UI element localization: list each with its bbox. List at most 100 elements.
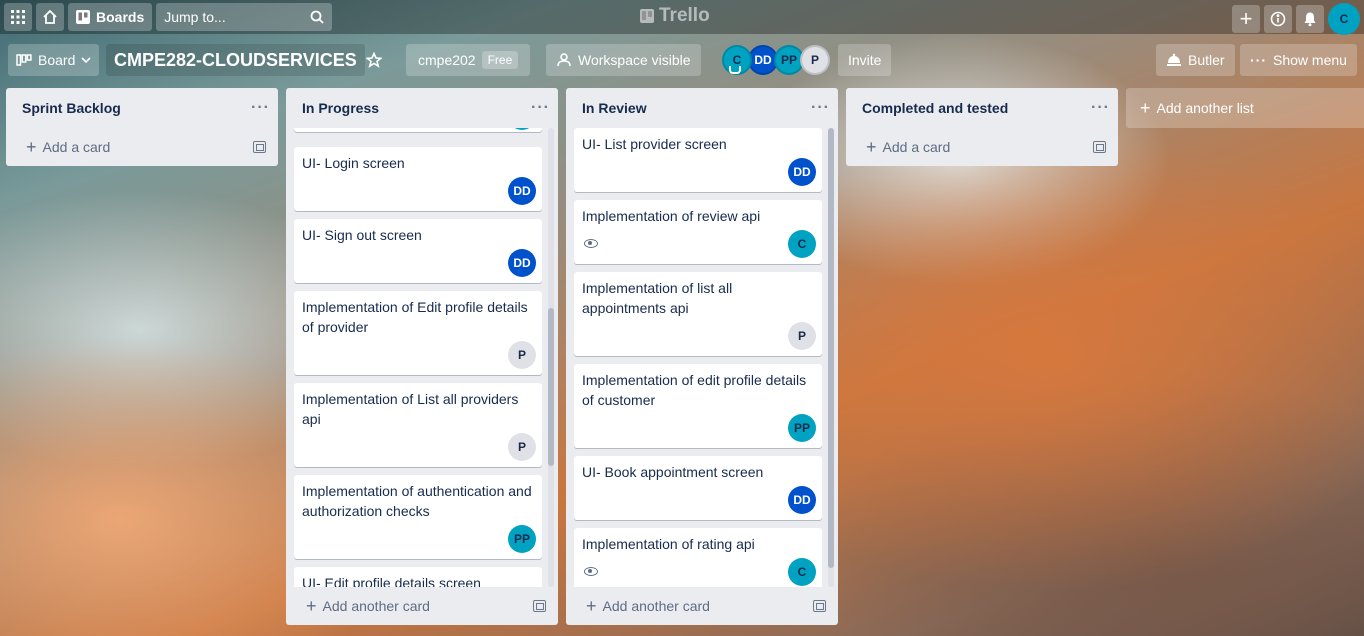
more-icon: ··· — [1250, 52, 1267, 68]
member-avatar: DD — [508, 249, 536, 277]
card[interactable]: Implementation of edit profile details o… — [574, 364, 822, 448]
card[interactable]: UI- Book appointment screen DD — [574, 456, 822, 520]
member-avatar-c[interactable]: C — [722, 45, 752, 75]
home-button[interactable] — [36, 3, 64, 31]
card-template-icon[interactable] — [1093, 141, 1106, 153]
member-avatar — [508, 128, 536, 130]
card[interactable]: Implementation of list all appointments … — [574, 272, 822, 356]
add-list-button[interactable]: + Add another list — [1126, 88, 1364, 128]
list-title: In Review — [582, 100, 647, 116]
list-completed-and-tested: Completed and tested ··· + Add a card — [846, 88, 1118, 166]
card-title: Implementation of List all providers api — [302, 391, 519, 427]
board-header: Board CMPE282-CLOUDSERVICES cmpe202 Free… — [0, 40, 1364, 80]
cards-container[interactable]: UI- List provider screen DD Implementati… — [566, 128, 838, 587]
card-title: UI- Edit profile details screen — [302, 575, 481, 587]
list-in-progress: In Progress ··· UI- Login screen DD UI- … — [286, 88, 558, 625]
board-title[interactable]: CMPE282-CLOUDSERVICES — [106, 44, 365, 76]
list-menu-icon[interactable]: ··· — [251, 99, 270, 117]
trello-logo[interactable]: Trello — [640, 5, 710, 27]
card[interactable]: Implementation of rating api C — [574, 528, 822, 587]
workspace-button[interactable]: cmpe202 Free — [406, 44, 531, 76]
card[interactable]: Implementation of authentication and aut… — [294, 475, 542, 559]
add-card-button[interactable]: + Add another card — [586, 597, 710, 615]
member-initials: PP — [780, 53, 797, 67]
list-menu-icon[interactable]: ··· — [531, 99, 550, 117]
top-header: Boards Jump to... Trello + C — [0, 0, 1364, 35]
card[interactable]: Implementation of Edit profile details o… — [294, 291, 542, 375]
member-avatar: C — [788, 558, 816, 586]
notifications-button[interactable] — [1296, 5, 1324, 33]
add-card-composer: + Add a card — [846, 128, 1118, 166]
invite-button[interactable]: Invite — [838, 44, 892, 76]
member-avatar: DD — [788, 486, 816, 514]
grid-icon — [11, 10, 25, 24]
card[interactable]: Implementation of review api C — [574, 200, 822, 264]
butler-icon — [1167, 53, 1181, 66]
plus-icon: + — [586, 596, 597, 616]
app-switcher-button[interactable] — [4, 3, 32, 31]
scrollbar-thumb[interactable] — [548, 308, 554, 466]
card-template-icon[interactable] — [813, 600, 826, 612]
member-avatar-p[interactable]: P — [800, 45, 830, 75]
cards-container[interactable]: UI- Login screen DD UI- Sign out screen … — [286, 128, 558, 587]
card-partial-top[interactable] — [294, 128, 542, 132]
card[interactable]: UI- List provider screen DD — [574, 128, 822, 192]
list-menu-icon[interactable]: ··· — [1091, 99, 1110, 117]
workspace-people-icon — [557, 53, 571, 67]
list-header[interactable]: In Review ··· — [566, 88, 838, 128]
bell-icon — [1304, 12, 1316, 27]
invite-label: Invite — [848, 52, 882, 68]
user-avatar[interactable]: C — [1328, 3, 1360, 35]
member-avatar: DD — [788, 158, 816, 186]
add-card-label: Add a card — [42, 139, 111, 155]
info-button[interactable] — [1264, 5, 1292, 33]
show-menu-button[interactable]: ··· Show menu — [1240, 44, 1357, 76]
add-card-label: Add another card — [602, 598, 710, 614]
add-card-button[interactable]: + Add a card — [866, 138, 950, 156]
create-button[interactable]: + — [1232, 5, 1260, 33]
visibility-label: Workspace visible — [578, 52, 691, 68]
add-card-button[interactable]: + Add a card — [26, 138, 110, 156]
card-template-icon[interactable] — [253, 141, 266, 153]
member-avatar: P — [508, 433, 536, 461]
card-title: UI- List provider screen — [582, 136, 727, 152]
card-template-icon[interactable] — [533, 600, 546, 612]
board-view-switcher[interactable]: Board — [8, 44, 100, 76]
member-initials: DD — [754, 53, 772, 67]
plus-icon: + — [1239, 6, 1253, 31]
list-title: Sprint Backlog — [22, 100, 121, 116]
list-scrollbar[interactable] — [828, 128, 834, 587]
list-menu-icon[interactable]: ··· — [811, 99, 830, 117]
plus-icon: + — [1140, 98, 1151, 118]
workspace-name: cmpe202 — [418, 52, 476, 68]
star-board-button[interactable] — [358, 44, 390, 76]
card-title: UI- Book appointment screen — [582, 464, 764, 480]
boards-icon — [76, 10, 90, 24]
star-icon — [366, 52, 382, 68]
visibility-button[interactable]: Workspace visible — [546, 44, 701, 76]
add-card-label: Add another card — [322, 598, 430, 614]
add-card-composer: + Add another card — [566, 587, 838, 625]
list-header[interactable]: In Progress ··· — [286, 88, 558, 128]
list-header[interactable]: Completed and tested ··· — [846, 88, 1118, 128]
butler-button[interactable]: Butler — [1156, 44, 1235, 76]
user-initial: C — [1339, 12, 1349, 26]
search-input[interactable]: Jump to... — [156, 3, 333, 31]
plus-icon: + — [26, 137, 37, 157]
card[interactable]: UI- Sign out screen DD — [294, 219, 542, 283]
card-title: UI- Sign out screen — [302, 227, 422, 243]
list-scrollbar[interactable] — [548, 128, 554, 587]
member-avatar: P — [508, 341, 536, 369]
add-list-label: Add another list — [1156, 100, 1254, 116]
card[interactable]: UI- Edit profile details screen — [294, 567, 542, 587]
add-card-composer: + Add another card — [286, 587, 558, 625]
member-avatar: PP — [788, 414, 816, 442]
add-card-button[interactable]: + Add another card — [306, 597, 430, 615]
scrollbar-thumb[interactable] — [828, 128, 834, 568]
list-header[interactable]: Sprint Backlog ··· — [6, 88, 278, 128]
card-title: Implementation of edit profile details o… — [582, 372, 807, 408]
card[interactable]: UI- Login screen DD — [294, 147, 542, 211]
member-avatar: C — [788, 230, 816, 258]
card[interactable]: Implementation of List all providers api… — [294, 383, 542, 467]
boards-button[interactable]: Boards — [68, 3, 153, 31]
